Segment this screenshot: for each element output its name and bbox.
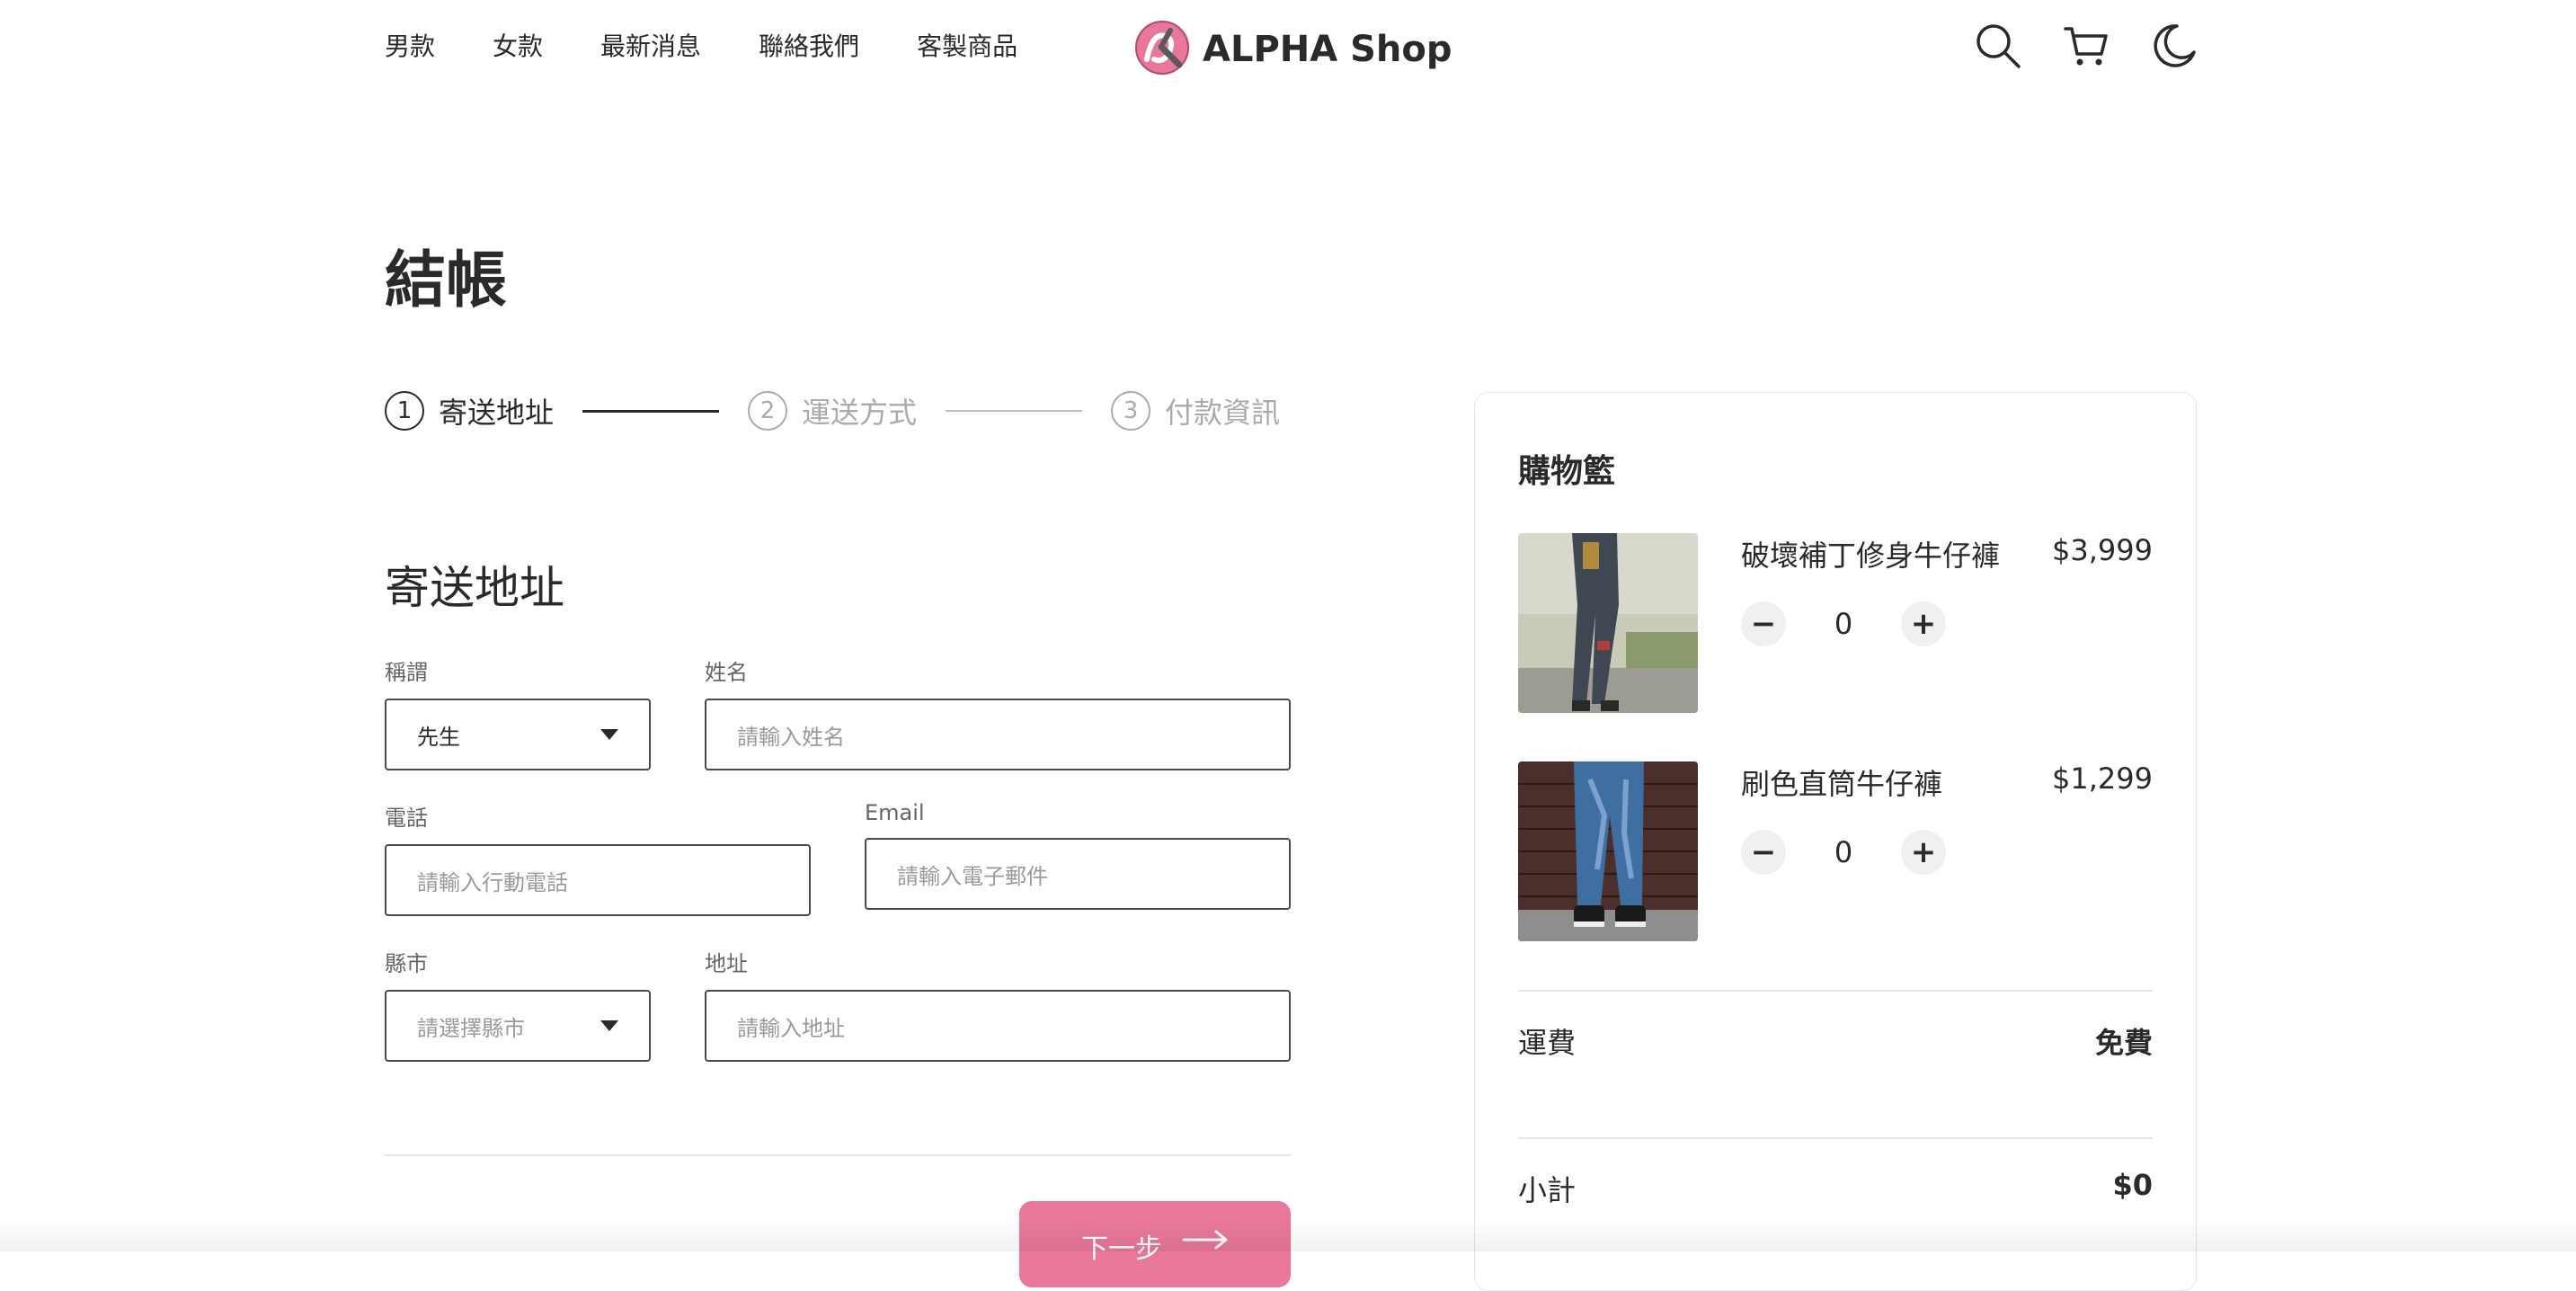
product-name: 破壞補丁修身牛仔褲: [1741, 539, 2001, 573]
plus-icon[interactable]: +: [1901, 601, 1946, 646]
caret-down-icon: [600, 1020, 618, 1031]
minus-icon[interactable]: −: [1741, 830, 1786, 875]
logo[interactable]: ALPHA Shop: [1134, 20, 1452, 79]
main-nav: 男款 女款 最新消息 聯絡我們 客製商品: [385, 27, 1075, 63]
name-input[interactable]: 請輸入姓名: [705, 699, 1291, 770]
cart-item: 破壞補丁修身牛仔褲 $3,999 − 0 +: [1518, 533, 2153, 713]
city-label: 縣市: [385, 951, 428, 976]
step-payment: 3 付款資訊: [1111, 390, 1280, 432]
subtotal-value: $0: [2112, 1168, 2153, 1202]
moon-icon[interactable]: [2150, 22, 2198, 70]
city-field: 縣市 請選擇縣市: [385, 946, 651, 1062]
shipping-value: 免費: [2094, 1026, 2153, 1060]
city-select[interactable]: 請選擇縣市: [385, 990, 651, 1062]
quantity-stepper: − 0 +: [1741, 601, 1946, 646]
checkout-stepper: 1 寄送地址 2 運送方式 3 付款資訊: [385, 390, 1280, 432]
phone-label: 電話: [385, 806, 428, 831]
quantity-value: 0: [1834, 835, 1853, 869]
shipping-row: 運費 免費: [1518, 1020, 2153, 1062]
form-divider: [385, 1154, 1291, 1156]
phone-field: 電話 請輸入行動電話: [385, 800, 811, 916]
header-icons: [1974, 22, 2198, 70]
next-button-label: 下一步: [1081, 1233, 1162, 1265]
quantity-stepper: − 0 +: [1741, 830, 1946, 875]
cart-title: 購物籃: [1518, 453, 1616, 490]
product-price: $3,999: [2052, 533, 2153, 567]
address-field: 地址 請輸入地址: [705, 946, 1291, 1062]
step-connector: [946, 410, 1083, 412]
salutation-value: 先生: [417, 724, 460, 750]
city-value: 請選擇縣市: [417, 1015, 525, 1041]
section-title: 寄送地址: [385, 562, 564, 614]
step-label: 運送方式: [802, 396, 918, 430]
email-label: Email: [865, 800, 925, 825]
cart-divider: [1518, 990, 2153, 992]
nav-link-men[interactable]: 男款: [385, 27, 435, 63]
nav-link-women[interactable]: 女款: [493, 27, 543, 63]
cart-icon[interactable]: [2062, 22, 2110, 70]
arrow-right-icon: [1182, 1226, 1229, 1258]
step-number: 2: [748, 391, 788, 431]
logo-mark-icon: [1134, 20, 1190, 79]
nav-link-contact[interactable]: 聯絡我們: [759, 27, 859, 63]
step-shipping: 2 運送方式: [748, 390, 917, 432]
step-number: 1: [385, 391, 424, 431]
minus-icon[interactable]: −: [1741, 601, 1786, 646]
caret-down-icon: [600, 729, 618, 740]
product-price: $1,299: [2052, 761, 2153, 796]
shipping-label: 運費: [1518, 1026, 1577, 1060]
step-connector: [582, 409, 720, 413]
name-label: 姓名: [705, 660, 748, 685]
address-input[interactable]: 請輸入地址: [705, 990, 1291, 1062]
cart-item: 刷色直筒牛仔褲 $1,299 − 0 +: [1518, 761, 2153, 941]
salutation-select[interactable]: 先生: [385, 699, 651, 770]
step-label: 寄送地址: [439, 396, 555, 430]
subtotal-row: 小計 $0: [1518, 1168, 2153, 1209]
email-input[interactable]: 請輸入電子郵件: [865, 838, 1291, 910]
name-field: 姓名 請輸入姓名: [705, 654, 1291, 770]
quantity-value: 0: [1834, 607, 1853, 641]
phone-input[interactable]: 請輸入行動電話: [385, 844, 811, 916]
logo-text: ALPHA Shop: [1203, 29, 1452, 70]
step-label: 付款資訊: [1165, 396, 1281, 430]
search-icon[interactable]: [1974, 22, 2022, 70]
next-button[interactable]: 下一步: [1019, 1201, 1291, 1287]
nav-link-news[interactable]: 最新消息: [600, 27, 701, 63]
cart-panel: 購物籃 破壞補丁修身牛仔褲 $3,999 − 0 + 刷色直筒牛仔褲 $1,29…: [1474, 392, 2197, 1291]
nav-link-custom[interactable]: 客製商品: [917, 27, 1017, 63]
plus-icon[interactable]: +: [1901, 830, 1946, 875]
email-field: Email 請輸入電子郵件: [865, 800, 1291, 910]
product-image: [1518, 533, 1698, 713]
salutation-label: 稱謂: [385, 660, 428, 685]
product-image: [1518, 761, 1698, 941]
salutation-field: 稱謂 先生: [385, 654, 651, 770]
product-name: 刷色直筒牛仔褲: [1741, 767, 1943, 801]
subtotal-label: 小計: [1518, 1173, 1577, 1207]
address-label: 地址: [705, 951, 748, 976]
step-address: 1 寄送地址: [385, 390, 554, 432]
page-title: 結帳: [385, 245, 508, 316]
step-number: 3: [1111, 391, 1151, 431]
cart-divider: [1518, 1137, 2153, 1139]
